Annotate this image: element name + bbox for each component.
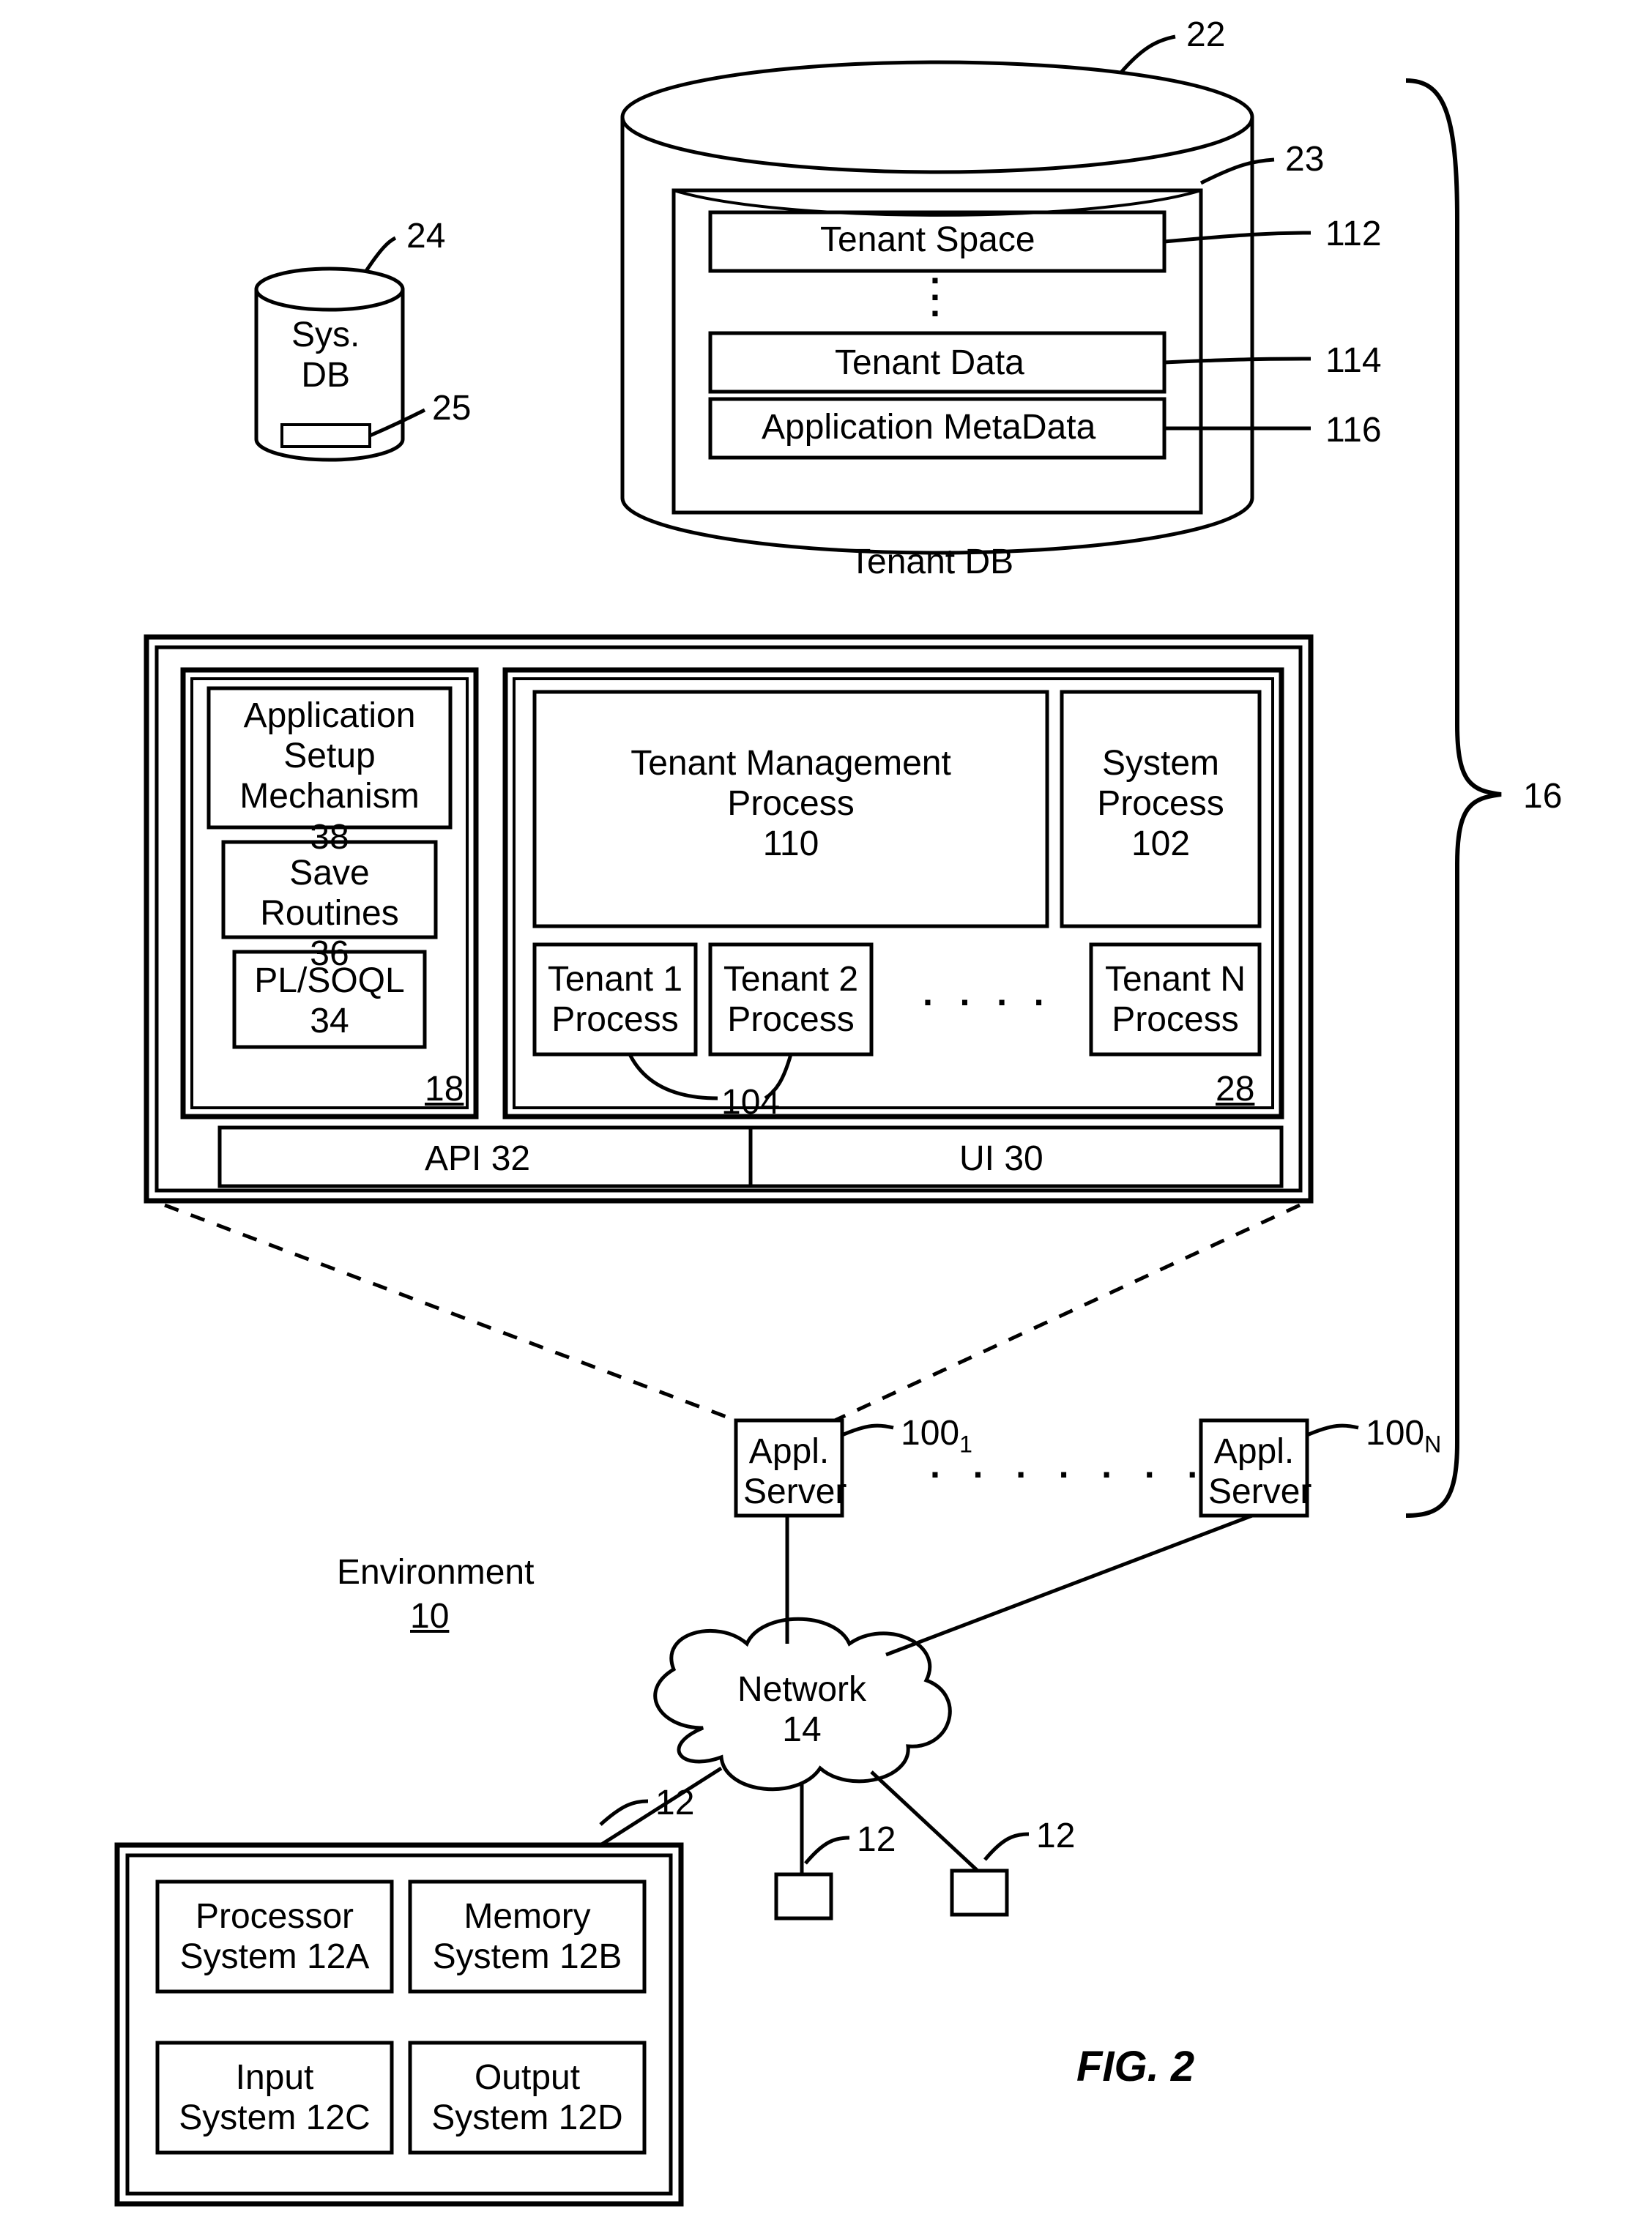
ref-24: 24 bbox=[406, 216, 445, 256]
tmp-label: Tenant Management Process 110 bbox=[600, 743, 981, 865]
appl-server-n: Appl. Server bbox=[1208, 1431, 1300, 1512]
network-label: Network 14 bbox=[732, 1669, 871, 1750]
diagram-canvas: Sys. DB 24 25 22 23 112 114 116 Tenant S… bbox=[0, 0, 1652, 2239]
figure-caption: FIG. 2 bbox=[1076, 2043, 1194, 2092]
plsoql-label: PL/SOQL 34 bbox=[253, 961, 406, 1041]
ref-100-n-main: 100 bbox=[1366, 1414, 1424, 1453]
ref-23: 23 bbox=[1285, 139, 1324, 179]
ref-12a: 12 bbox=[655, 1783, 694, 1823]
appl-server-1: Appl. Server bbox=[743, 1431, 835, 1512]
app-setup-label: Application Setup Mechanism 38 bbox=[231, 696, 428, 857]
t1-process: Tenant 1 Process bbox=[546, 959, 685, 1040]
ref-12c: 12 bbox=[1036, 1816, 1075, 1856]
ref-10: 10 bbox=[410, 1596, 449, 1636]
tenant-db-label: Tenant DB bbox=[849, 542, 1013, 582]
ref-100-n: 100N bbox=[1366, 1413, 1441, 1458]
tenant-space-label: Tenant Space bbox=[820, 220, 1035, 260]
sys-process-label: System Process 102 bbox=[1080, 743, 1241, 865]
save-routines-label: Save Routines 36 bbox=[249, 853, 410, 975]
ref-25: 25 bbox=[432, 388, 471, 428]
ref-104: 104 bbox=[721, 1082, 780, 1122]
ref-28: 28 bbox=[1216, 1069, 1254, 1109]
sys-db-label: Sys. DB bbox=[291, 315, 360, 395]
ref-100-1: 1001 bbox=[901, 1413, 972, 1458]
ref-100-1-sub: 1 bbox=[959, 1431, 972, 1458]
ref-22: 22 bbox=[1186, 15, 1225, 55]
api-label: API 32 bbox=[425, 1139, 530, 1179]
input-system: Input System 12C bbox=[168, 2057, 381, 2138]
environment-label: Environment bbox=[337, 1552, 534, 1592]
ref-116: 116 bbox=[1325, 410, 1382, 450]
ref-100-n-sub: N bbox=[1424, 1431, 1441, 1458]
ref-112: 112 bbox=[1325, 214, 1382, 254]
ref-114: 114 bbox=[1325, 340, 1382, 381]
memory-system: Memory System 12B bbox=[421, 1896, 633, 1977]
ui-label: UI 30 bbox=[959, 1139, 1043, 1179]
ref-16: 16 bbox=[1523, 776, 1562, 816]
sys-db-text: Sys. DB bbox=[291, 315, 360, 395]
tN-process: Tenant N Process bbox=[1102, 959, 1249, 1040]
t2-process: Tenant 2 Process bbox=[721, 959, 860, 1040]
output-system: Output System 12D bbox=[421, 2057, 633, 2138]
processor-system: Processor System 12A bbox=[168, 1896, 381, 1977]
ref-12b: 12 bbox=[857, 1819, 896, 1860]
app-metadata-label: Application MetaData bbox=[762, 407, 1095, 447]
ref-18: 18 bbox=[425, 1069, 464, 1109]
tenant-data-label: Tenant Data bbox=[835, 343, 1024, 383]
ref-100-1-main: 100 bbox=[901, 1414, 959, 1453]
